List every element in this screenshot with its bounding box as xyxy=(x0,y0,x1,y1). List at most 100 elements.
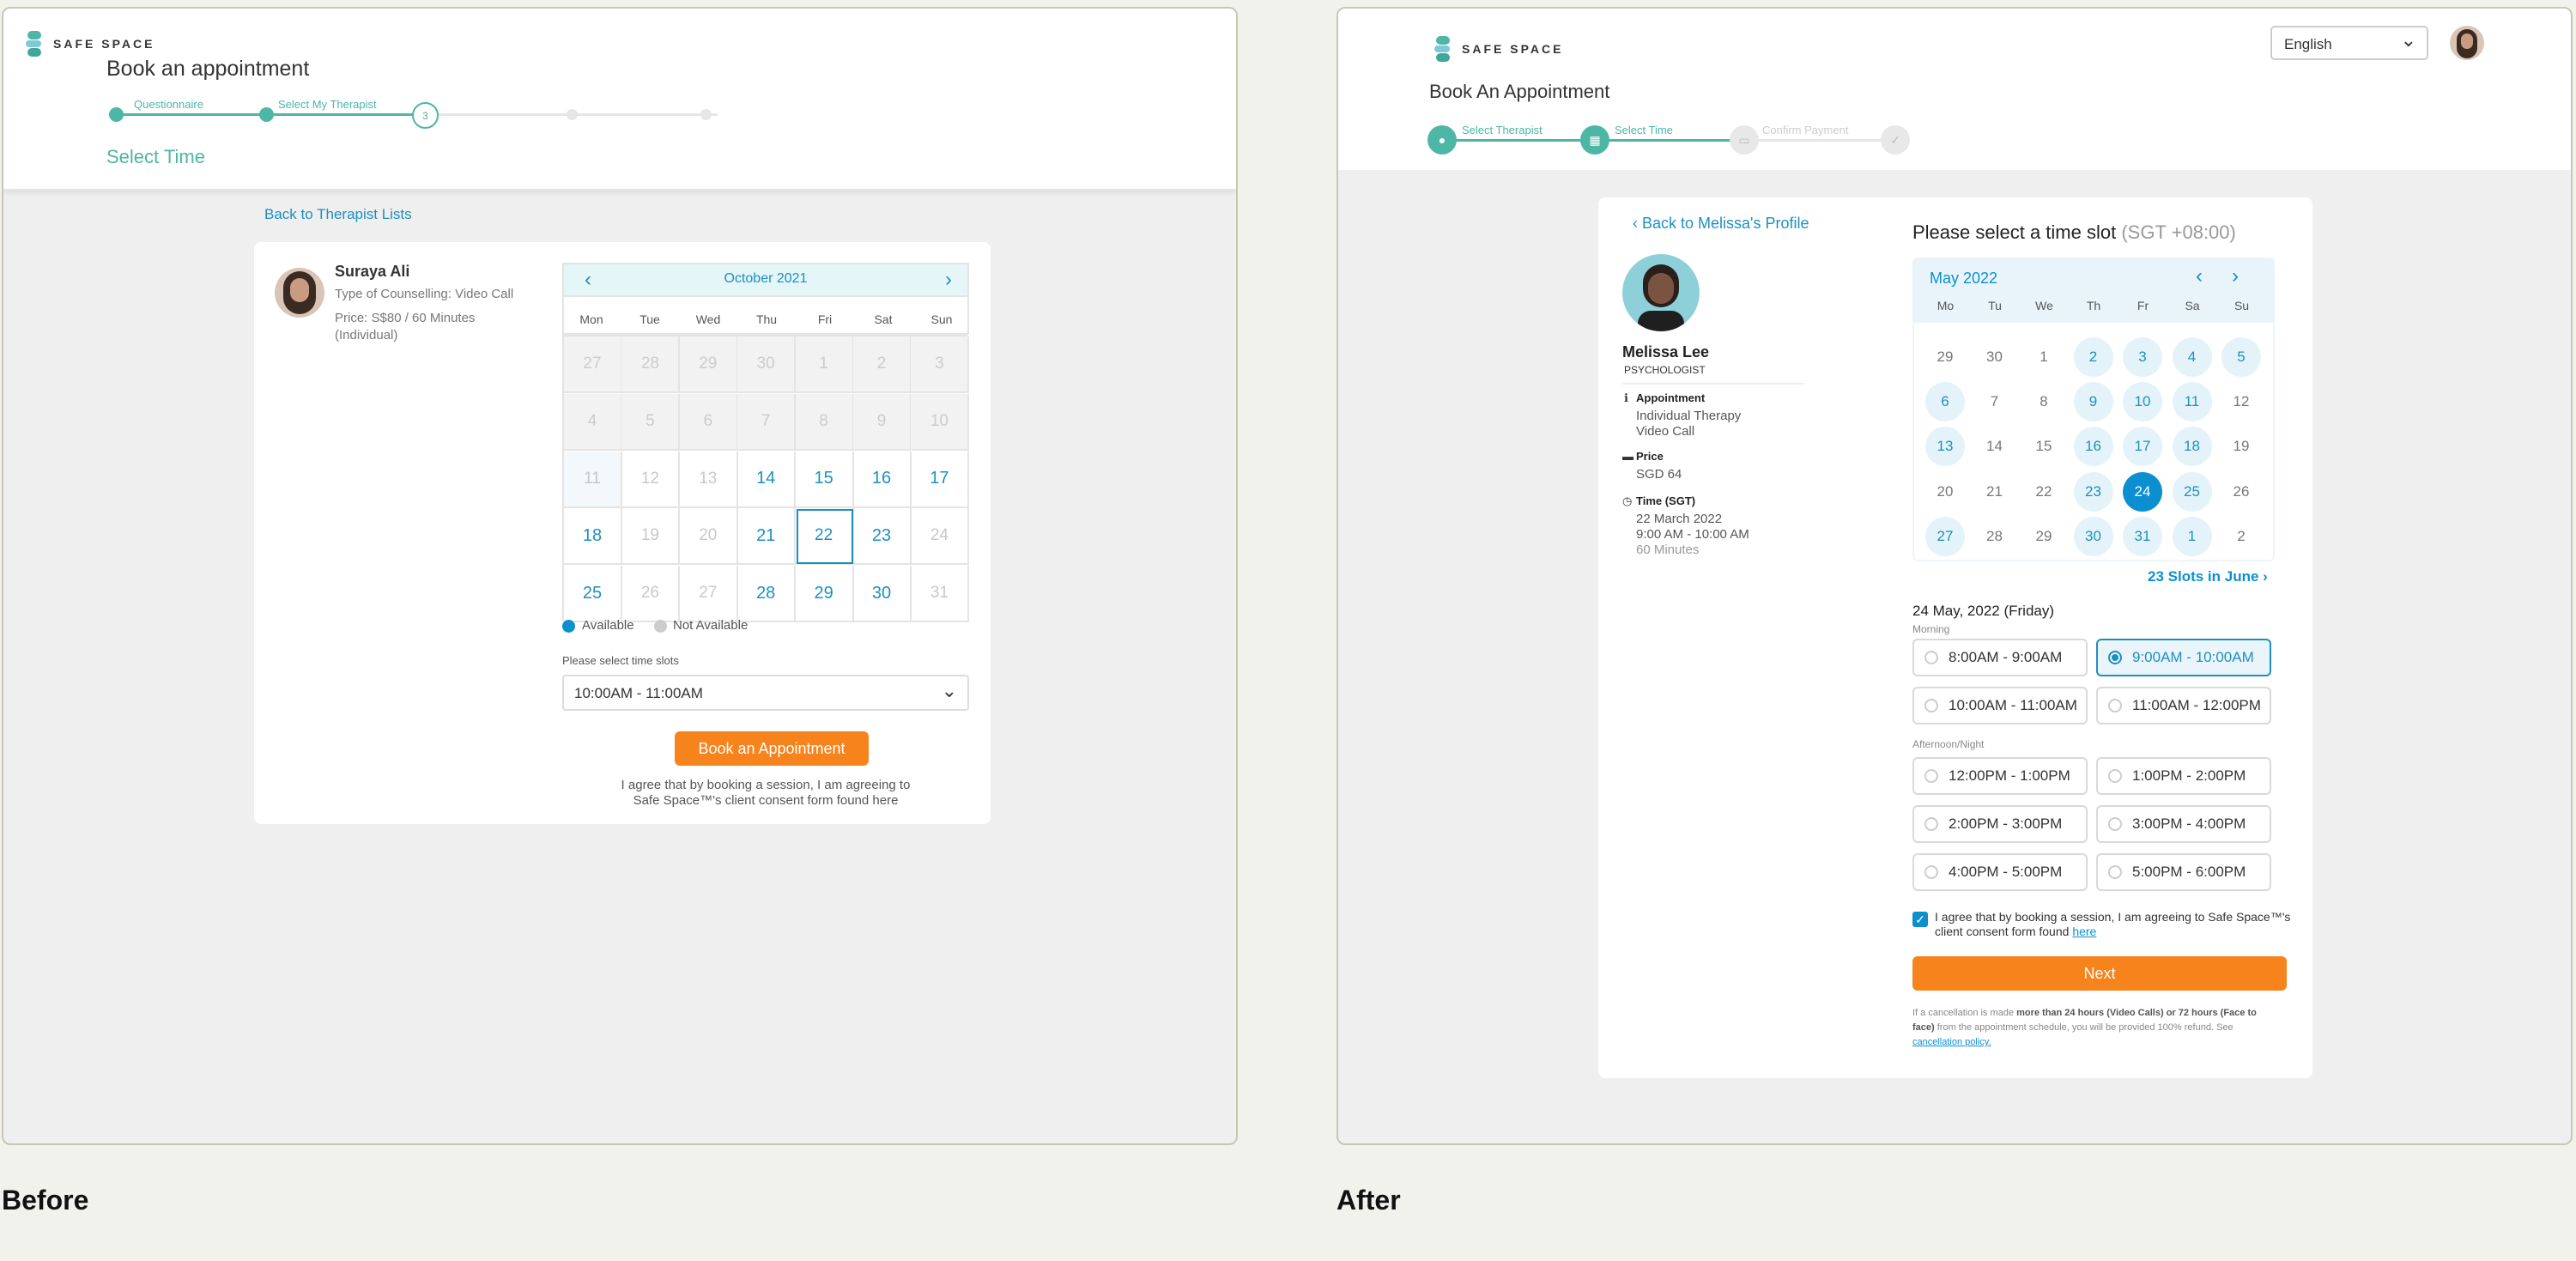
consent-form-link[interactable]: here xyxy=(2072,925,2096,938)
language-select[interactable]: English ⌄ xyxy=(2270,26,2428,60)
slot-heading: Please select a time slot (SGT +08:00) xyxy=(1912,221,2236,244)
calendar-day: 31 xyxy=(911,566,970,623)
radio-icon xyxy=(1924,769,1938,783)
calendar-day[interactable]: 29 xyxy=(795,566,854,623)
time-slot-option[interactable]: 2:00PM - 3:00PM xyxy=(1912,805,2088,843)
calendar-day[interactable]: 16 xyxy=(2073,427,2113,467)
radio-icon xyxy=(2108,699,2122,712)
card-icon: ▬ xyxy=(1622,450,1633,463)
brand-name: SAFE SPACE xyxy=(53,37,155,51)
timezone-text: (SGT +08:00) xyxy=(2121,221,2236,243)
calendar-day[interactable]: 17 xyxy=(911,451,970,508)
calendar-step-icon[interactable]: ▦ xyxy=(1580,125,1609,155)
calendar-day[interactable]: 23 xyxy=(2073,471,2113,512)
next-month-slots-link[interactable]: 23 Slots in June › xyxy=(2148,568,2268,585)
time-slot-option[interactable]: 5:00PM - 6:00PM xyxy=(2096,853,2271,891)
chevron-down-icon: ⌄ xyxy=(941,680,957,701)
calendar-day: 12 xyxy=(621,451,681,508)
calendar-day[interactable]: 11 xyxy=(2172,382,2212,422)
logo[interactable]: SAFE SPACE xyxy=(1433,34,1563,64)
time-slot-select[interactable]: 10:00AM - 11:00AM ⌄ xyxy=(562,675,969,711)
consent-checkbox[interactable]: ✓ xyxy=(1912,912,1928,927)
time-slot-option[interactable]: 11:00AM - 12:00PM xyxy=(2096,687,2271,724)
calendar-day: 26 xyxy=(621,566,681,623)
step-3-dot[interactable]: 3 xyxy=(412,102,439,129)
time-slot-option[interactable]: 10:00AM - 11:00AM xyxy=(1912,687,2088,724)
calendar-header: May 2022 ‹ › xyxy=(1912,258,2275,323)
time-slot-option[interactable]: 12:00PM - 1:00PM xyxy=(1912,757,2088,795)
time-slot-option[interactable]: 1:00PM - 2:00PM xyxy=(2096,757,2271,795)
book-appointment-button[interactable]: Book an Appointment xyxy=(675,731,869,766)
next-month-icon[interactable]: › xyxy=(945,268,952,292)
calendar-day[interactable]: 1 xyxy=(2172,516,2212,556)
step-1-label: Select Therapist xyxy=(1462,124,1543,136)
cancellation-policy-link[interactable]: cancellation policy. xyxy=(1912,1037,1991,1047)
step-4-dot xyxy=(567,109,578,120)
radio-icon xyxy=(1924,817,1938,831)
user-avatar[interactable] xyxy=(2450,26,2484,60)
weekday-label: Fri xyxy=(817,312,833,326)
calendar-day[interactable]: 16 xyxy=(853,451,912,508)
calendar-day: 11 xyxy=(564,451,622,508)
calendar-day: 27 xyxy=(564,336,622,393)
calendar-day[interactable]: 28 xyxy=(737,566,797,623)
calendar-day[interactable]: 25 xyxy=(564,566,622,623)
user-step-icon[interactable]: ● xyxy=(1427,125,1457,155)
step-1-dot[interactable] xyxy=(109,107,124,122)
prev-month-icon[interactable]: ‹ xyxy=(2196,264,2203,288)
radio-icon xyxy=(2108,769,2122,783)
calendar-day[interactable]: 21 xyxy=(737,508,797,566)
header: SAFE SPACE Book an appointment 3 Questio… xyxy=(3,9,1236,191)
counselling-type: Type of Counselling: Video Call xyxy=(335,287,514,301)
logo[interactable]: SAFE SPACE xyxy=(24,29,155,58)
brand-name: SAFE SPACE xyxy=(1462,42,1564,56)
time-slot-option[interactable]: 3:00PM - 4:00PM xyxy=(2096,805,2271,843)
calendar-day[interactable]: 22 xyxy=(795,508,854,566)
time-slot-option[interactable]: 8:00AM - 9:00AM xyxy=(1912,639,2088,676)
calendar-day[interactable]: 18 xyxy=(564,508,622,566)
calendar-day[interactable]: 24 xyxy=(2123,471,2162,512)
calendar-day[interactable]: 18 xyxy=(2172,427,2212,467)
step-2-label: Select My Therapist xyxy=(278,98,377,111)
calendar-day[interactable]: 4 xyxy=(2172,337,2212,377)
calendar-day: 30 xyxy=(737,336,797,393)
back-to-profile-link[interactable]: ‹ Back to Melissa's Profile xyxy=(1633,215,1809,233)
calendar-day[interactable]: 30 xyxy=(853,566,912,623)
time-range: 9:00 AM - 10:00 AM xyxy=(1636,527,1749,542)
calendar-day[interactable]: 15 xyxy=(795,451,854,508)
time-slot-option[interactable]: 4:00PM - 5:00PM xyxy=(1912,853,2088,891)
calendar-day[interactable]: 25 xyxy=(2172,471,2212,512)
step-2-dot[interactable] xyxy=(259,107,274,122)
calendar-day[interactable]: 9 xyxy=(2073,382,2113,422)
calendar-day: 2 xyxy=(853,336,912,393)
calendar-day: 9 xyxy=(853,393,912,451)
calendar-day[interactable]: 5 xyxy=(2221,337,2261,377)
therapist-role: PSYCHOLOGIST xyxy=(1624,364,1706,376)
calendar-day[interactable]: 10 xyxy=(2123,382,2162,422)
calendar-day[interactable]: 23 xyxy=(853,508,912,566)
calendar-day[interactable]: 2 xyxy=(2073,337,2113,377)
consent-line-2[interactable]: Safe Space™'s client consent form found … xyxy=(562,793,969,809)
calendar-day: 7 xyxy=(737,393,797,451)
time-slot-label: 9:00AM - 10:00AM xyxy=(2132,649,2254,665)
calendar-day[interactable]: 31 xyxy=(2123,516,2162,556)
back-to-therapists-link[interactable]: Back to Therapist Lists xyxy=(264,206,412,223)
before-screen: SAFE SPACE Book an appointment 3 Questio… xyxy=(2,7,1238,1145)
afternoon-label: Afternoon/Night xyxy=(1912,738,1985,750)
calendar-day: 29 xyxy=(1937,349,1954,365)
calendar-day[interactable]: 3 xyxy=(2123,337,2162,377)
calendar-day[interactable]: 6 xyxy=(1925,382,1965,422)
calendar-day[interactable]: 14 xyxy=(737,451,797,508)
calendar-day: 22 xyxy=(2035,482,2052,500)
radio-icon xyxy=(1924,865,1938,879)
day-grid: 27 28 29 30 1 2 3 4 5 6 7 8 9 10 11 12 13 14 15 16 17 18 19 20 2… xyxy=(562,335,970,623)
time-slot-option[interactable]: 9:00AM - 10:00AM xyxy=(2096,639,2271,676)
calendar-day[interactable]: 27 xyxy=(1925,516,1965,556)
next-button[interactable]: Next xyxy=(1912,956,2287,991)
calendar-day: 8 xyxy=(2040,393,2048,410)
legend-not-available: Not Available xyxy=(673,618,749,633)
calendar-day[interactable]: 30 xyxy=(2073,516,2113,556)
calendar-day: 27 xyxy=(679,566,738,623)
weekday-label: Mon xyxy=(579,312,603,326)
next-month-icon[interactable]: › xyxy=(2232,264,2239,288)
